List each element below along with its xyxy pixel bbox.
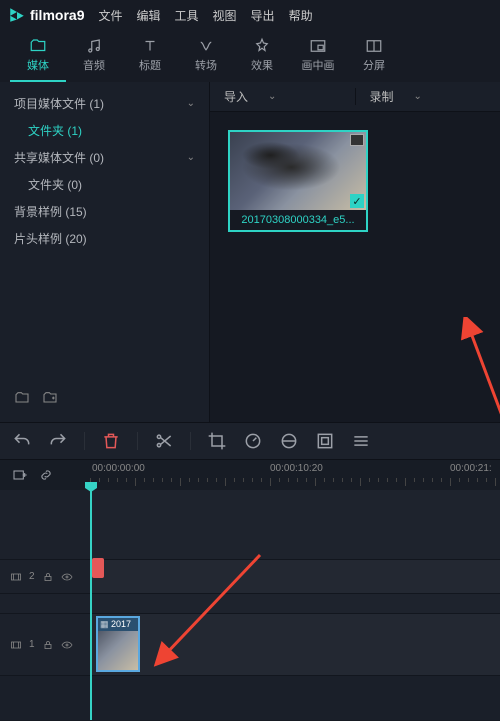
check-icon: ✓ — [350, 194, 364, 208]
media-sidebar: 项目媒体文件 (1)⌄ 文件夹 (1) 共享媒体文件 (0)⌄ 文件夹 (0) … — [0, 82, 210, 422]
clip-thumbnail: ✓ — [230, 132, 366, 210]
sidebar-item-folder-0[interactable]: 文件夹 (0) — [0, 171, 209, 198]
tab-effect[interactable]: 效果 — [234, 30, 290, 82]
undo-button[interactable] — [12, 431, 32, 451]
track-row[interactable]: 1 ▦ 2017 — [0, 614, 500, 676]
tab-label: 画中画 — [302, 57, 335, 73]
eye-icon[interactable] — [61, 571, 73, 583]
menu-export[interactable]: 导出 — [251, 7, 275, 24]
sidebar-item-project-media[interactable]: 项目媒体文件 (1)⌄ — [0, 90, 209, 117]
redo-button[interactable] — [48, 431, 68, 451]
clip-filename: 20170308000334_e5... — [230, 210, 366, 230]
sidebar-item-bg-samples[interactable]: 背景样例 (15) — [0, 198, 209, 225]
video-track-icon — [10, 639, 22, 651]
add-track-button[interactable] — [12, 467, 28, 483]
chevron-down-icon: ⌄ — [187, 152, 195, 163]
track-row[interactable]: 2 — [0, 560, 500, 594]
link-button[interactable] — [38, 467, 54, 483]
menu-edit[interactable]: 编辑 — [137, 7, 161, 24]
sidebar-item-folder-1[interactable]: 文件夹 (1) — [0, 117, 209, 144]
green-screen-button[interactable] — [315, 431, 335, 451]
tab-label: 音频 — [83, 57, 105, 73]
sidebar-item-shared-media[interactable]: 共享媒体文件 (0)⌄ — [0, 144, 209, 171]
media-grid: ✓ 20170308000334_e5... — [210, 112, 500, 422]
timeline-marker[interactable] — [92, 558, 104, 578]
timecode: 00:00:21: — [450, 463, 492, 474]
tab-transition[interactable]: 转场 — [178, 30, 234, 82]
speed-button[interactable] — [243, 431, 263, 451]
add-folder-icon[interactable] — [42, 390, 58, 406]
tab-label: 媒体 — [27, 57, 49, 73]
chevron-down-icon: ⌄ — [268, 91, 276, 102]
tab-media[interactable]: 媒体 — [10, 30, 66, 82]
playhead[interactable] — [90, 490, 92, 720]
timeline-toolbar — [0, 422, 500, 460]
tab-audio[interactable]: 音频 — [66, 30, 122, 82]
chevron-down-icon: ⌄ — [187, 98, 195, 109]
import-dropdown[interactable]: 导入⌄ — [210, 88, 356, 105]
video-badge-icon — [350, 134, 364, 146]
lock-icon[interactable] — [42, 571, 54, 583]
sidebar-item-intro-samples[interactable]: 片头样例 (20) — [0, 225, 209, 252]
settings-button[interactable] — [351, 431, 371, 451]
eye-icon[interactable] — [61, 639, 73, 651]
color-button[interactable] — [279, 431, 299, 451]
lock-icon[interactable] — [42, 639, 54, 651]
menu-view[interactable]: 视图 — [213, 7, 237, 24]
timeline-clip[interactable]: ▦ 2017 — [96, 616, 140, 672]
timeline-ruler[interactable]: 00:00:00:00 00:00:10:20 00:00:21: — [90, 460, 500, 490]
timecode: 00:00:00:00 — [92, 463, 145, 474]
delete-button[interactable] — [101, 431, 121, 451]
chevron-down-icon: ⌄ — [414, 91, 422, 102]
menu-help[interactable]: 帮助 — [289, 7, 313, 24]
menu-tools[interactable]: 工具 — [175, 7, 199, 24]
new-folder-icon[interactable] — [14, 390, 30, 406]
timeline-tracks: 2 1 ▦ 2017 — [0, 490, 500, 720]
split-button[interactable] — [154, 431, 174, 451]
timecode: 00:00:10:20 — [270, 463, 323, 474]
menu-file[interactable]: 文件 — [98, 7, 122, 24]
tab-splitscreen[interactable]: 分屏 — [346, 30, 402, 82]
track-header: 1 — [0, 614, 90, 675]
track-header: 2 — [0, 560, 90, 593]
video-track-icon — [10, 571, 22, 583]
tab-label: 分屏 — [363, 57, 385, 73]
app-logo: filmora9 — [8, 6, 84, 24]
crop-button[interactable] — [207, 431, 227, 451]
tab-label: 标题 — [139, 57, 161, 73]
tab-title[interactable]: 标题 — [122, 30, 178, 82]
record-dropdown[interactable]: 录制⌄ — [356, 88, 500, 105]
tab-label: 转场 — [195, 57, 217, 73]
tab-label: 效果 — [251, 57, 273, 73]
tab-pip[interactable]: 画中画 — [290, 30, 346, 82]
media-clip[interactable]: ✓ 20170308000334_e5... — [228, 130, 368, 232]
